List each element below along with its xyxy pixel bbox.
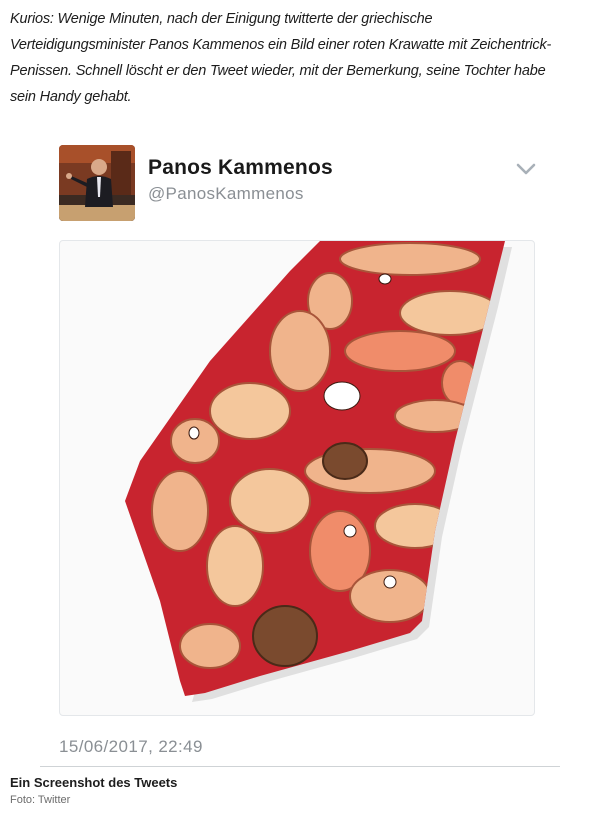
article-intro-text: Kurios: Wenige Minuten, nach der Einigun…	[10, 11, 552, 105]
tweet-timestamp[interactable]: 15/06/2017, 22:49	[59, 737, 203, 757]
divider	[40, 766, 560, 767]
display-name[interactable]: Panos Kammenos	[148, 156, 333, 180]
tie-image	[125, 241, 512, 702]
chevron-down-icon[interactable]	[516, 162, 536, 176]
caption-title: Ein Screenshot des Tweets	[10, 775, 178, 790]
avatar-photo-icon	[59, 145, 135, 221]
avatar[interactable]	[59, 145, 135, 221]
tweet-card: Panos Kammenos @PanosKammenos 15/06/2017…	[40, 134, 560, 766]
user-handle[interactable]: @PanosKammenos	[148, 184, 304, 204]
tweet-media-image[interactable]	[59, 240, 535, 716]
photo-credit: Foto: Twitter	[10, 794, 71, 806]
